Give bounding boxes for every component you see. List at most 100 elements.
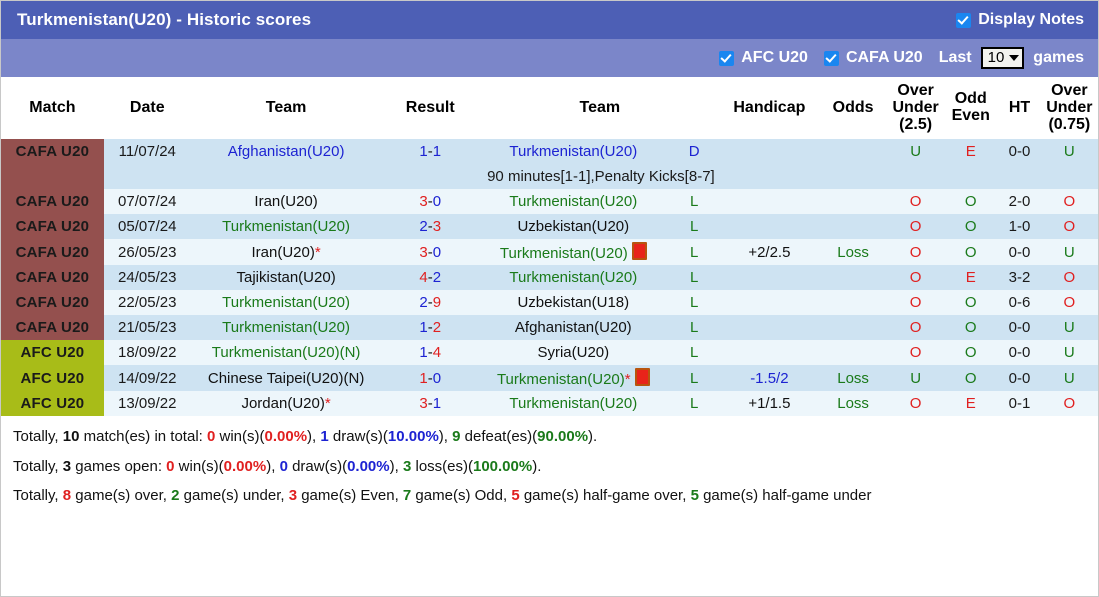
col-match: Match [1, 77, 104, 140]
win-loss-flag: L [667, 340, 721, 366]
score-away: 0 [432, 243, 442, 261]
away-team: Turkmenistan(U20) [478, 189, 668, 215]
games-label: games [1033, 49, 1084, 66]
summary-section: Totally, 10 match(es) in total: 0 win(s)… [1, 416, 1098, 515]
ou075-letter: U [1063, 319, 1075, 337]
red-card-icon [634, 368, 650, 387]
table-row[interactable]: CAFA U20 07/07/24 Iran(U20) 3-0 Turkmenistan… [1, 189, 1098, 215]
win-loss-flag: L [667, 189, 721, 215]
match-result: 3-0 [381, 189, 479, 215]
competition-badge: CAFA U20 [1, 239, 104, 266]
table-row[interactable]: AFC U20 14/09/22 Chinese Taipei(U20)(N) 1-0… [1, 365, 1098, 392]
summary-total-seg-12: defeat(es)( [460, 428, 538, 446]
oddeven-letter: O [964, 294, 977, 312]
table-row[interactable]: CAFA U20 22/05/23 Turkmenistan(U20) 2-9 Uzbe… [1, 290, 1098, 316]
summary-line-total: Totally, 10 match(es) in total: 0 win(s)… [11, 422, 1088, 451]
summary-overunder-seg-1: 8 [62, 486, 72, 504]
home-team: Turkmenistan(U20)(N) [190, 340, 382, 366]
col-ou075-line2: Under [1046, 98, 1093, 116]
score-home: 1 [419, 319, 428, 337]
page-title: Turkmenistan(U20) - Historic scores [17, 10, 312, 29]
checkbox-checked-icon[interactable] [719, 50, 735, 66]
over-under-0-75: U [1040, 139, 1098, 165]
summary-overunder-seg-10: game(s) half-game over, [519, 486, 691, 504]
match-note-text: 90 minutes[1-1],Penalty Kicks[8-7] [103, 164, 1098, 190]
win-loss-letter: L [689, 269, 699, 287]
summary-overunder-seg-11: 5 [690, 486, 699, 504]
table-row[interactable]: CAFA U20 11/07/24 Afghanistan(U20) 1-1 Turkm… [1, 139, 1098, 165]
home-team-name: Iran(U20) [251, 243, 315, 261]
half-time-score: 3-2 [998, 265, 1041, 291]
win-loss-flag: L [667, 365, 721, 392]
table-row[interactable]: AFC U20 18/09/22 Turkmenistan(U20)(N) 1-4 Sy… [1, 340, 1098, 366]
away-team: Turkmenistan(U20) [478, 391, 668, 417]
win-loss-letter: L [689, 193, 699, 211]
home-team: Turkmenistan(U20) [190, 290, 382, 316]
summary-overunder-seg-8: game(s) Odd, [411, 486, 512, 504]
win-loss-letter: L [689, 344, 699, 362]
away-team: Afghanistan(U20) [478, 315, 668, 341]
away-team-name: Uzbekistan(U18) [517, 294, 630, 312]
oddeven-letter: O [964, 243, 977, 261]
title-bar: Turkmenistan(U20) - Historic scores Disp… [1, 1, 1098, 39]
last-games-selector[interactable]: Last 10 games [939, 47, 1084, 69]
ou075-letter: U [1063, 369, 1075, 387]
display-notes-toggle[interactable]: Display Notes [956, 11, 1084, 29]
competition-badge: CAFA U20 [1, 290, 104, 316]
filter-cafa-u20[interactable]: CAFA U20 [823, 49, 923, 67]
odds-value [818, 189, 889, 215]
match-result: 1-4 [381, 340, 479, 366]
score-away: 2 [432, 269, 442, 287]
odd-even: O [943, 214, 999, 240]
score-away: 4 [432, 344, 442, 362]
col-ou25-line2: Under [892, 98, 939, 116]
ou075-letter: O [1063, 218, 1076, 236]
summary-overunder-seg-5: 3 [288, 486, 298, 504]
filter-afc-u20[interactable]: AFC U20 [719, 49, 808, 67]
half-time-score: 0-0 [998, 365, 1041, 392]
asterisk-icon: * [314, 243, 321, 261]
table-row[interactable]: AFC U20 13/09/22 Jordan(U20)* 3-1 Turkmenist… [1, 391, 1098, 417]
ou25-letter: U [910, 369, 922, 387]
match-date: 24/05/23 [103, 265, 191, 291]
checkbox-checked-icon[interactable] [956, 12, 972, 28]
ou075-letter: O [1063, 269, 1076, 287]
chevron-down-icon[interactable] [1009, 55, 1020, 61]
oddeven-letter: E [965, 269, 976, 287]
oddeven-letter: O [964, 369, 977, 387]
over-under-2-5: U [888, 139, 944, 165]
score-home: 4 [419, 269, 428, 287]
away-team: Turkmenistan(U20) [478, 139, 668, 165]
summary-total-seg-4: win(s)( [215, 428, 265, 446]
score-away: 0 [432, 369, 442, 387]
historic-scores-panel: Turkmenistan(U20) - Historic scores Disp… [0, 0, 1099, 597]
summary-total-seg-6: ), [307, 428, 321, 446]
competition-badge: CAFA U20 [1, 189, 104, 215]
table-row[interactable]: CAFA U20 21/05/23 Turkmenistan(U20) 1-2 Afgh… [1, 315, 1098, 341]
last-label: Last [938, 49, 972, 66]
oddeven-letter: E [965, 395, 976, 413]
away-team-name: Turkmenistan(U20) [496, 371, 625, 389]
over-under-2-5: O [888, 189, 944, 215]
table-row[interactable]: CAFA U20 24/05/23 Tajikistan(U20) 4-2 Turkme… [1, 265, 1098, 291]
summary-open-seg-6: ), [266, 457, 280, 475]
col-handicap: Handicap [720, 77, 819, 140]
half-time-score: 1-0 [998, 214, 1041, 240]
asterisk-icon: * [324, 395, 331, 413]
odd-even: O [943, 189, 999, 215]
col-over-under-0-75: Over Under (0.75) [1040, 77, 1098, 140]
table-row[interactable]: CAFA U20 26/05/23 Iran(U20)* 3-0 Turkmenista… [1, 239, 1098, 266]
oddeven-letter: O [964, 218, 977, 236]
over-under-2-5: O [888, 239, 944, 266]
filter-afc-label: AFC U20 [741, 49, 808, 66]
match-result: 2-9 [381, 290, 479, 316]
col-date: Date [103, 77, 191, 140]
table-row[interactable]: CAFA U20 05/07/24 Turkmenistan(U20) 2-3 Uzbe… [1, 214, 1098, 240]
match-result: 4-2 [381, 265, 479, 291]
checkbox-checked-icon[interactable] [823, 50, 839, 66]
win-loss-flag: L [667, 239, 721, 266]
oddeven-letter: E [965, 143, 976, 161]
games-count-select[interactable]: 10 [980, 47, 1025, 69]
score-home: 2 [419, 218, 428, 236]
table-body: CAFA U20 11/07/24 Afghanistan(U20) 1-1 Turkm… [1, 139, 1098, 417]
